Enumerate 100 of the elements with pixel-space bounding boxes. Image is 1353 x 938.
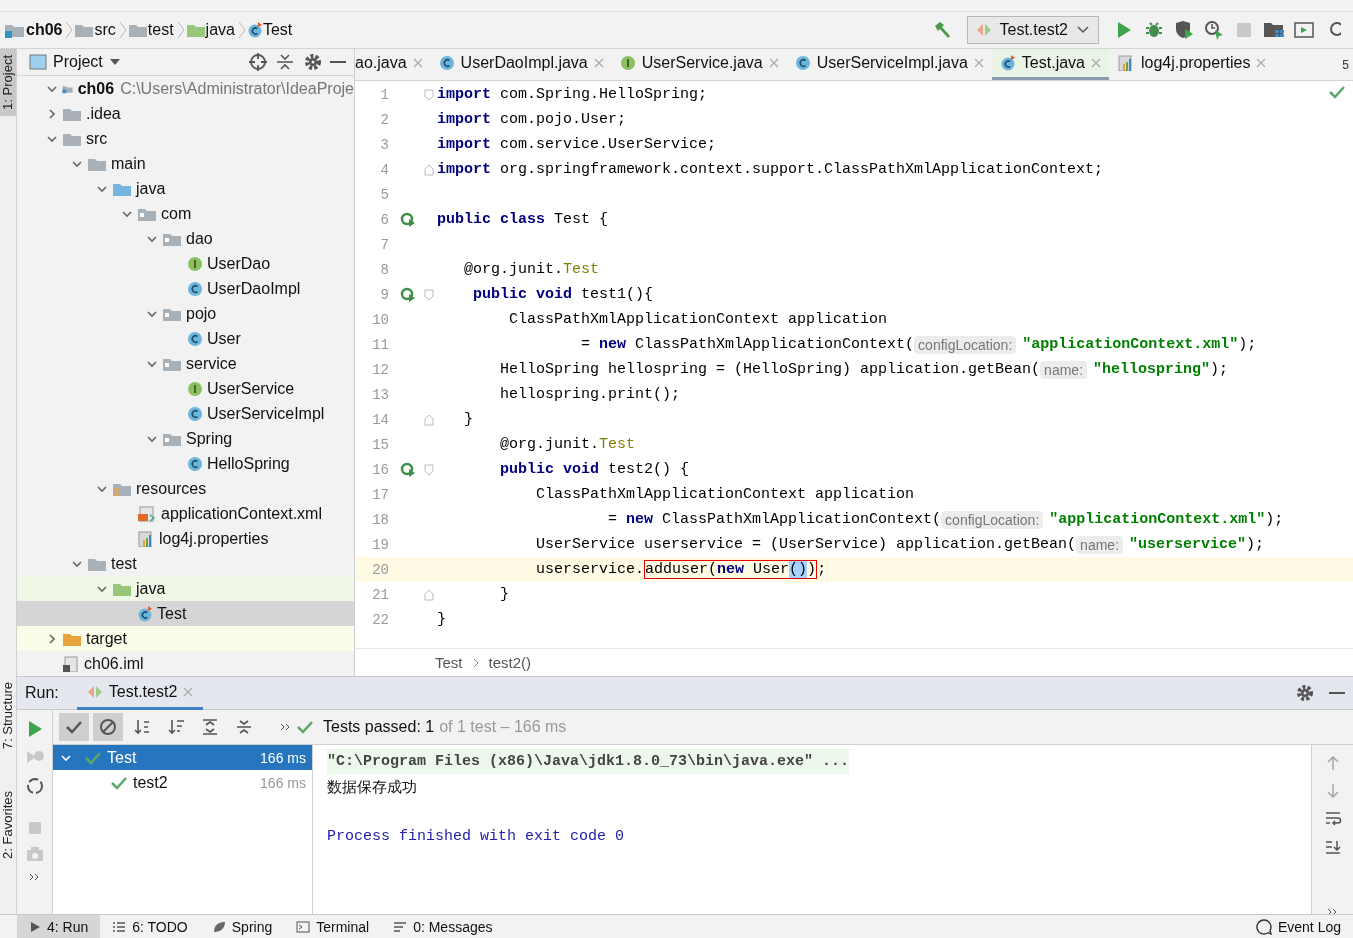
project-view-dropdown[interactable]: Project [53,53,121,71]
settings-icon[interactable] [1295,683,1315,703]
scroll-to-end-icon[interactable] [1323,839,1342,855]
code-text: "userservice"); [1129,536,1265,553]
collapse-all-icon[interactable] [274,52,296,72]
test-class-icon [999,55,1016,71]
window-icon [29,54,47,70]
tree-item[interactable]: User [17,326,354,351]
settings-icon[interactable] [302,52,324,72]
line-number: 7 [379,236,390,253]
tree-item[interactable]: Spring [17,426,354,451]
run-gutter-icon[interactable] [400,461,416,478]
separator-icon [236,20,247,40]
tree-item[interactable]: dao [17,226,354,251]
interface-icon [187,255,203,272]
breadcrumb[interactable]: test [147,21,174,39]
editor-tab[interactable]: log4j.properties [1109,49,1275,80]
run-gutter-icon[interactable] [400,286,416,303]
coverage-icon[interactable] [1174,20,1194,40]
class-icon [187,330,203,347]
hidden-tabs-count[interactable]: 5 [1338,49,1353,80]
profiler-icon[interactable] [1204,20,1224,40]
editor-tab[interactable]: UserServiceImpl.java [786,49,992,80]
properties-file-icon [1117,55,1135,71]
minimize-icon[interactable] [1329,691,1345,695]
run-icon[interactable] [1116,21,1132,39]
test-tree-item[interactable]: test2 166 ms [53,770,312,795]
tree-item[interactable]: HelloSpring [17,451,354,476]
interface-icon [619,55,636,71]
properties-file-icon [137,530,155,547]
bug-icon[interactable] [1145,21,1163,39]
code-line: import org.springframework.context.support.ClassPathXmlApplicationContext; [437,161,1104,178]
code-line: public void test1(){ [472,286,654,303]
editor-tab[interactable]: UserDaoImpl.java [430,49,612,80]
code-text: "applicationContext.xml"); [1022,336,1257,353]
tree-item[interactable]: UserService [17,376,354,401]
breadcrumb[interactable]: Test [262,21,293,39]
more-icon[interactable] [28,872,41,882]
tool-window-button[interactable]: 0: Messages [381,914,505,938]
breadcrumb[interactable]: Test [435,654,463,671]
speech-bubble-icon [1255,918,1272,935]
run-tab[interactable]: Test.test2 [76,676,204,710]
editor-tab[interactable]: UserService.java [611,49,787,80]
code-line: import com.Spring.HelloSpring; [437,86,708,103]
tree-item[interactable]: test [17,551,354,576]
search-icon[interactable] [1327,21,1341,39]
tree-item[interactable]: src [17,126,354,151]
test-tree-item[interactable]: Test 166 ms [53,745,312,770]
tree-item[interactable]: resources [17,476,354,501]
line-number: 22 [371,611,390,628]
tree-item[interactable]: .idea [17,101,354,126]
show-passed-button[interactable] [59,713,89,741]
tool-window-tab[interactable]: 1: Project [0,49,16,116]
locate-icon[interactable] [248,52,268,72]
tool-window-tab[interactable]: 2: Favorites [0,785,16,866]
test-class-icon [246,22,263,38]
tool-window-button[interactable]: Terminal [284,914,382,938]
line-number: 9 [379,286,390,303]
window-icon[interactable] [1294,21,1314,39]
tool-window-button[interactable]: 6: TODO [100,914,200,938]
tree-item[interactable]: UserDao [17,251,354,276]
separator-icon [175,20,186,40]
tree-item[interactable]: log4j.properties [17,526,354,551]
expand-all-icon [201,718,219,736]
breadcrumb[interactable]: test2() [488,654,532,671]
tree-item[interactable]: pojo [17,301,354,326]
tree-item[interactable]: UserServiceImpl [17,401,354,426]
tree-item[interactable]: applicationContext.xml [17,501,354,526]
tree-item[interactable]: target [17,626,354,651]
tool-window-tab[interactable]: 7: Structure [0,675,16,756]
breadcrumb[interactable]: ch06 [26,21,63,39]
tree-item[interactable]: java [17,176,354,201]
soft-wrap-icon[interactable] [1323,811,1342,827]
toggle-auto-test-icon[interactable] [24,776,45,796]
tree-item[interactable]: ch06.iml [17,651,354,676]
tree-item[interactable]: main [17,151,354,176]
dropdown-arrow-icon [108,58,121,66]
tool-window-button[interactable]: 4: Run [17,914,101,938]
show-ignored-button[interactable] [93,713,123,741]
tree-item[interactable]: java [17,576,354,601]
parameter-hint: configLocation: [914,335,1017,354]
code-line: import com.pojo.User; [437,111,627,128]
tree-item[interactable]: com [17,201,354,226]
project-structure-icon[interactable] [1263,21,1285,39]
tool-window-button[interactable]: Spring [199,914,285,938]
tree-item[interactable]: service [17,351,354,376]
line-number: 5 [379,186,390,203]
breadcrumb[interactable]: java [205,21,235,39]
minimize-icon[interactable] [330,60,346,64]
editor-tab[interactable]: Test.java [991,49,1109,80]
run-gutter-icon[interactable] [400,211,416,228]
editor-tab[interactable]: ao.java [355,49,431,80]
tree-item[interactable]: Test [17,601,354,626]
breadcrumb[interactable]: src [94,21,116,39]
tree-item[interactable]: ch06 C:\Users\Administrator\IdeaProje [17,76,354,101]
run-configuration-dropdown[interactable]: Test.test2 [966,16,1099,44]
test-config-icon [86,683,103,700]
event-log-button[interactable]: Event Log [1243,914,1353,938]
rerun-icon[interactable] [26,720,43,738]
tree-item[interactable]: UserDaoImpl [17,276,354,301]
